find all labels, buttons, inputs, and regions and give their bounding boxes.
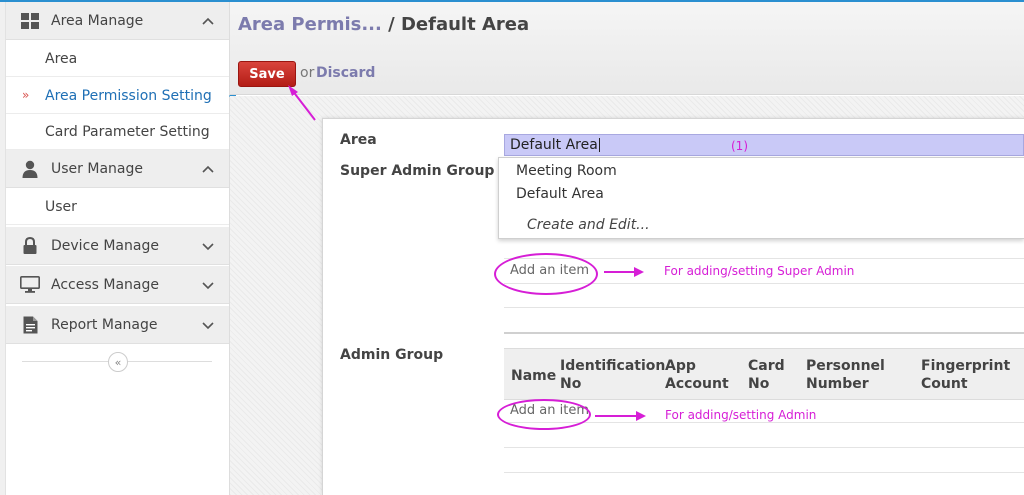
arrow-admin-icon [595, 411, 646, 421]
arrow-super-admin-icon [604, 267, 644, 277]
arrow-to-save-icon [288, 85, 316, 121]
annotation-arrows [288, 85, 646, 421]
